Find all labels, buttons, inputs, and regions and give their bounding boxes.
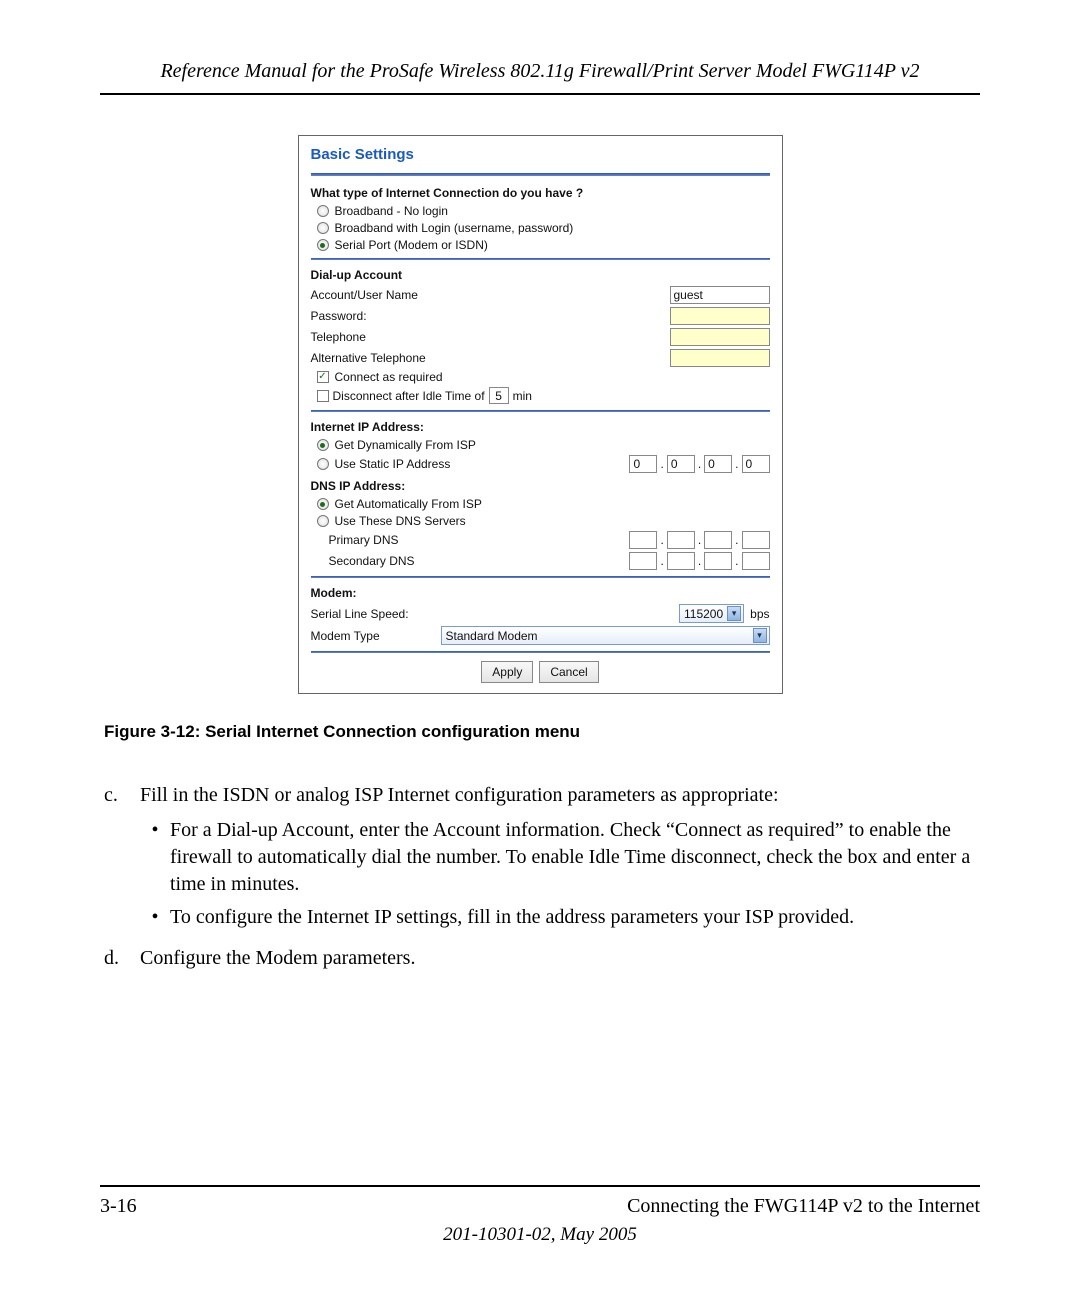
radio-broadband-nologin[interactable] (317, 205, 329, 217)
ip-octet[interactable] (667, 531, 695, 549)
figure-caption: Figure 3-12: Serial Internet Connection … (104, 722, 980, 742)
separator (311, 410, 770, 412)
secondary-dns-label: Secondary DNS (311, 554, 521, 568)
ip-octet[interactable]: 0 (667, 455, 695, 473)
page-number: 3-16 (100, 1195, 137, 1218)
radio-label: Broadband - No login (335, 204, 448, 218)
modem-type-label: Modem Type (311, 629, 441, 643)
ip-octet[interactable] (629, 531, 657, 549)
radio-label: Get Automatically From ISP (335, 497, 482, 511)
bullet-icon: • (140, 817, 170, 898)
password-input[interactable] (670, 307, 770, 325)
bullet-text: For a Dial-up Account, enter the Account… (170, 817, 980, 898)
dialup-heading: Dial-up Account (311, 268, 770, 282)
chevron-down-icon: ▾ (727, 606, 741, 621)
list-item-text: Fill in the ISDN or analog ISP Internet … (140, 782, 980, 809)
alt-telephone-input[interactable] (670, 349, 770, 367)
connect-required-label: Connect as required (335, 370, 443, 384)
manual-header: Reference Manual for the ProSafe Wireles… (100, 60, 980, 93)
speed-unit: bps (750, 607, 769, 621)
radio-label: Broadband with Login (username, password… (335, 221, 574, 235)
radio-dns-use[interactable] (317, 515, 329, 527)
chevron-down-icon: ▾ (753, 628, 767, 643)
static-ip-fields[interactable]: 0. 0. 0. 0 (629, 455, 769, 473)
radio-label: Get Dynamically From ISP (335, 438, 476, 452)
idle-time-input[interactable]: 5 (489, 387, 509, 404)
user-label: Account/User Name (311, 288, 521, 302)
radio-dns-auto[interactable] (317, 498, 329, 510)
radio-label: Use Static IP Address (335, 457, 451, 471)
radio-broadband-login[interactable] (317, 222, 329, 234)
separator (311, 173, 770, 176)
connection-type-question: What type of Internet Connection do you … (311, 186, 770, 200)
radio-label: Use These DNS Servers (335, 514, 466, 528)
separator (311, 576, 770, 578)
panel-title: Basic Settings (311, 146, 770, 163)
primary-dns-label: Primary DNS (311, 533, 521, 547)
list-marker: c. (100, 782, 140, 939)
radio-label: Serial Port (Modem or ISDN) (335, 238, 488, 252)
header-rule (100, 93, 980, 95)
alt-telephone-label: Alternative Telephone (311, 351, 521, 365)
modem-type-select[interactable]: Standard Modem ▾ (441, 626, 770, 645)
basic-settings-screenshot: Basic Settings What type of Internet Con… (298, 135, 783, 694)
apply-button[interactable]: Apply (481, 661, 533, 683)
ip-octet[interactable] (742, 531, 770, 549)
modem-heading: Modem: (311, 586, 770, 600)
list-item-text: Configure the Modem parameters. (140, 945, 980, 972)
primary-dns-fields[interactable]: . . . (629, 531, 769, 549)
disconnect-idle-prefix: Disconnect after Idle Time of (333, 389, 485, 403)
telephone-input[interactable] (670, 328, 770, 346)
serial-speed-label: Serial Line Speed: (311, 607, 521, 621)
separator (311, 651, 770, 653)
footer-rule (100, 1185, 980, 1187)
ip-octet[interactable] (742, 552, 770, 570)
section-title: Connecting the FWG114P v2 to the Interne… (627, 1195, 980, 1218)
ip-octet[interactable] (704, 552, 732, 570)
serial-speed-select[interactable]: 115200 ▾ (679, 604, 744, 623)
secondary-dns-fields[interactable]: . . . (629, 552, 769, 570)
list-marker: d. (100, 945, 140, 972)
internet-ip-heading: Internet IP Address: (311, 420, 770, 434)
ip-octet[interactable]: 0 (742, 455, 770, 473)
user-input[interactable]: guest (670, 286, 770, 304)
ip-octet[interactable]: 0 (629, 455, 657, 473)
select-value: Standard Modem (446, 629, 538, 643)
radio-serial-port[interactable] (317, 239, 329, 251)
dns-ip-heading: DNS IP Address: (311, 479, 770, 493)
bullet-icon: • (140, 904, 170, 931)
separator (311, 258, 770, 260)
radio-ip-static[interactable] (317, 458, 329, 470)
ip-octet[interactable] (704, 531, 732, 549)
password-label: Password: (311, 309, 521, 323)
disconnect-idle-suffix: min (513, 389, 532, 403)
bullet-text: To configure the Internet IP settings, f… (170, 904, 854, 931)
footer-date: 201-10301-02, May 2005 (100, 1224, 980, 1246)
ip-octet[interactable] (667, 552, 695, 570)
telephone-label: Telephone (311, 330, 521, 344)
cancel-button[interactable]: Cancel (539, 661, 598, 683)
ip-octet[interactable]: 0 (704, 455, 732, 473)
select-value: 115200 (684, 607, 723, 621)
ip-octet[interactable] (629, 552, 657, 570)
connect-required-checkbox[interactable]: ✓ (317, 371, 329, 383)
disconnect-idle-checkbox[interactable] (317, 390, 329, 402)
radio-ip-dynamic[interactable] (317, 439, 329, 451)
